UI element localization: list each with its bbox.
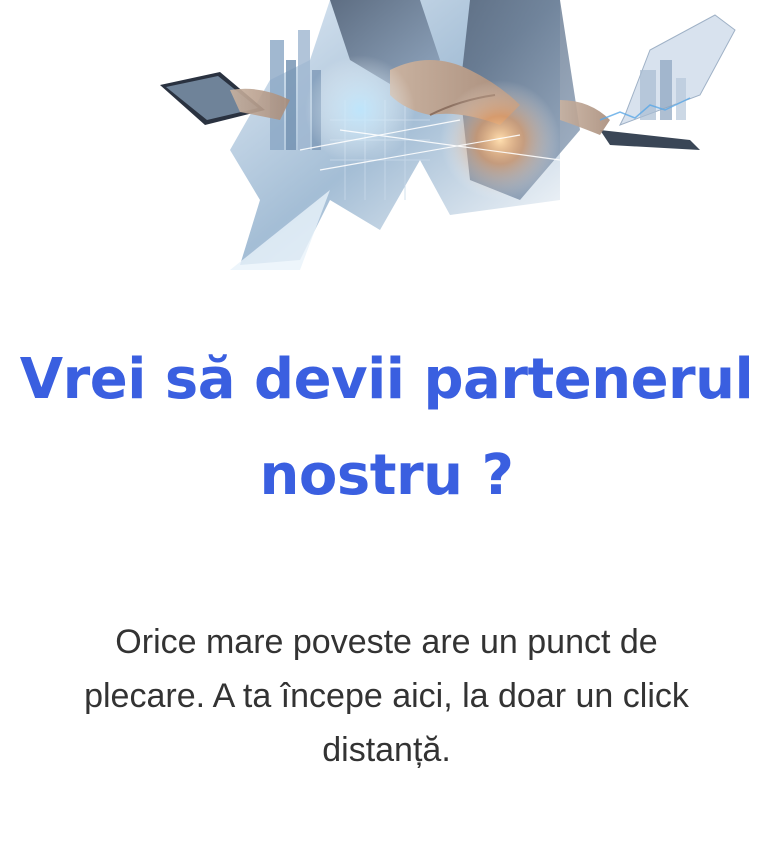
page-title-line-1: Vrei să devii partenerul: [19, 347, 754, 412]
intro-line-1: Orice mare poveste are un punct de: [115, 623, 658, 661]
hero-image: [0, 0, 773, 270]
handshake-illustration: [160, 0, 736, 270]
page-title-line-2: nostru ?: [259, 443, 514, 508]
intro-line-2: plecare. A ta începe aici, la doar un cl…: [84, 677, 689, 715]
intro-line-3: distanță.: [322, 731, 451, 769]
page: Vrei să devii partenerul nostru ? Orice …: [0, 0, 773, 857]
intro-paragraph: Orice mare poveste are un punct de pleca…: [30, 615, 743, 777]
page-title: Vrei să devii partenerul nostru ?: [0, 332, 773, 524]
